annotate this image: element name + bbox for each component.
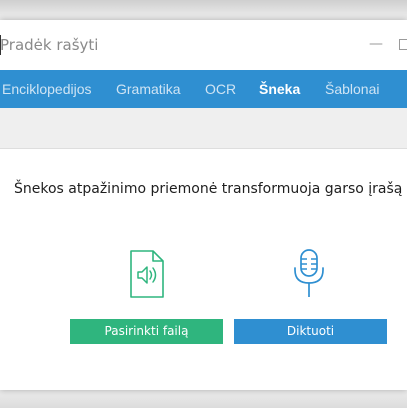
choose-file-button[interactable]: Pasirinkti failą: [70, 319, 223, 344]
main-nav: Enciklopedijos Gramatika OCR Šneka Šablo…: [0, 70, 407, 108]
minimize-button[interactable]: —: [366, 33, 386, 55]
tab-gramatika[interactable]: Gramatika: [116, 70, 181, 108]
speech-panel: Šnekos atpažinimo priemonė transformuoja…: [0, 149, 407, 390]
dictate-button[interactable]: Diktuoti: [234, 319, 387, 344]
microphone-icon[interactable]: [289, 248, 329, 300]
title-bar: —: [0, 20, 407, 70]
search-input[interactable]: [0, 34, 300, 56]
desktop-background: — Enciklopedijos Gramatika OCR Šneka Šab…: [0, 0, 407, 408]
speech-description: Šnekos atpažinimo priemonė transformuoja…: [14, 181, 407, 197]
maximize-button[interactable]: [394, 33, 407, 55]
tab-enciklopedijos[interactable]: Enciklopedijos: [2, 70, 92, 108]
app-window: — Enciklopedijos Gramatika OCR Šneka Šab…: [0, 20, 407, 390]
audio-file-icon[interactable]: [127, 249, 167, 299]
tab-sablonai[interactable]: Šablonai: [325, 70, 380, 108]
tab-sneka[interactable]: Šneka: [259, 70, 300, 108]
maximize-icon: [398, 38, 407, 50]
text-caret: [0, 35, 1, 55]
tab-ocr[interactable]: OCR: [205, 70, 236, 108]
toolbar-strip: [0, 108, 407, 149]
